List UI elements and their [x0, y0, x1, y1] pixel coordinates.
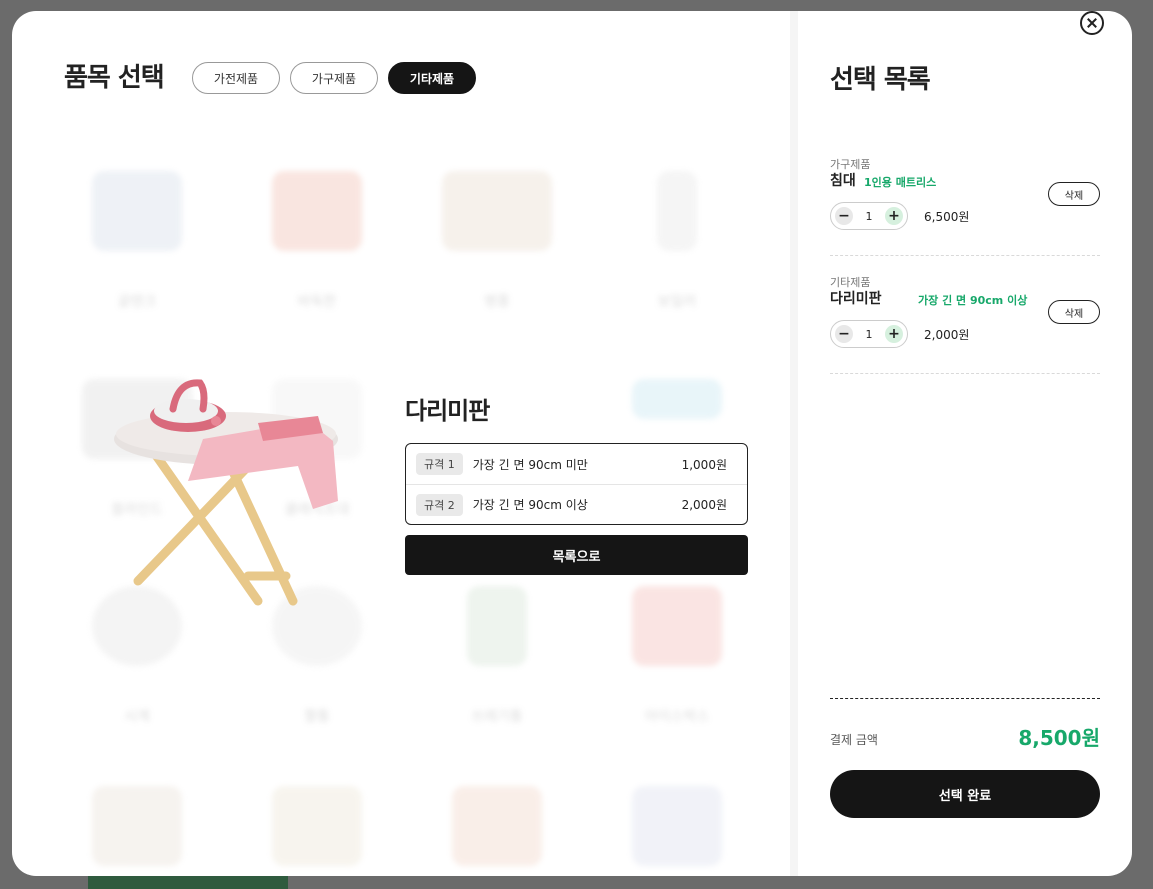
- item-select-modal: 품목 선택 가전제품 가구제품 기타제품 골텐크 바둑판 병풍 보일러 블라인드…: [12, 11, 1132, 876]
- complete-selection-button[interactable]: 선택 완료: [830, 770, 1100, 818]
- item-thumbnail: [452, 786, 542, 866]
- item-thumbnail: [467, 586, 527, 666]
- selection-title: 선택 목록: [830, 65, 931, 95]
- selected-item-name: 다리미판: [830, 291, 882, 307]
- panel-title: 품목 선택: [64, 63, 165, 93]
- spec-list: 규격 1 가장 긴 면 90cm 미만 1,000원 규격 2 가장 긴 면 9…: [405, 443, 748, 525]
- selected-item-name: 침대: [830, 173, 856, 189]
- tab-appliances[interactable]: 가전제품: [192, 62, 280, 94]
- item-thumbnail: [442, 171, 552, 251]
- spec-price: 2,000원: [681, 498, 727, 512]
- grid-item-label: 짤통: [304, 709, 330, 725]
- selected-item-spec: 1인용 매트리스: [864, 176, 937, 189]
- item-thumbnail: [92, 171, 182, 251]
- plus-icon[interactable]: +: [885, 207, 903, 225]
- plus-icon[interactable]: +: [885, 325, 903, 343]
- tab-furniture[interactable]: 가구제품: [290, 62, 378, 94]
- item-select-panel: 품목 선택 가전제품 가구제품 기타제품 골텐크 바둑판 병풍 보일러 블라인드…: [12, 11, 790, 876]
- selected-item: 가구제품 침대 1인용 매트리스 삭제 − 1 + 6,500원: [830, 156, 1100, 256]
- spec-option-2[interactable]: 규격 2 가장 긴 면 90cm 이상 2,000원: [406, 484, 747, 524]
- selection-panel: 선택 목록 가구제품 침대 1인용 매트리스 삭제 − 1 + 6,500원 기…: [798, 11, 1132, 876]
- grid-item-label: 아이스박스: [644, 709, 710, 725]
- selected-item-price: 2,000원: [924, 328, 970, 342]
- delete-button[interactable]: 삭제: [1048, 182, 1100, 206]
- grid-item[interactable]: 쓰레기통: [407, 586, 587, 726]
- total-label: 결제 금액: [830, 733, 878, 747]
- quantity-stepper: − 1 +: [830, 202, 908, 230]
- tab-others[interactable]: 기타제품: [388, 62, 476, 94]
- ironing-board-image: [114, 379, 338, 606]
- minus-icon[interactable]: −: [835, 207, 853, 225]
- grid-item-label: 보일러: [657, 294, 697, 310]
- selected-item: 기타제품 다리미판 가장 긴 면 90cm 이상 삭제 − 1 + 2,000원: [830, 274, 1100, 374]
- item-thumbnail: [632, 586, 722, 666]
- grid-item-label: 시계: [124, 709, 150, 725]
- category-tabs: 가전제품 가구제품 기타제품: [192, 62, 476, 94]
- minus-icon[interactable]: −: [835, 325, 853, 343]
- close-icon[interactable]: [1080, 11, 1104, 35]
- total-divider: [830, 698, 1100, 699]
- total-amount: 8,500원: [1018, 726, 1100, 750]
- panel-divider: [790, 11, 798, 876]
- grid-item[interactable]: 골텐크: [47, 171, 227, 311]
- quantity-value: 1: [865, 327, 873, 341]
- grid-item[interactable]: [587, 786, 767, 866]
- grid-item[interactable]: 병풍: [407, 171, 587, 311]
- grid-item[interactable]: 아이스박스: [587, 586, 767, 726]
- item-thumbnail: [632, 379, 722, 419]
- quantity-value: 1: [865, 209, 873, 223]
- grid-item-label: 골텐크: [117, 294, 157, 310]
- item-thumbnail: [272, 786, 362, 866]
- spec-desc: 가장 긴 면 90cm 미만: [472, 457, 588, 472]
- item-thumbnail: [632, 786, 722, 866]
- grid-item-label: 병풍: [484, 294, 510, 310]
- item-thumbnail: [92, 786, 182, 866]
- detail-item-name: 다리미판: [405, 397, 490, 425]
- grid-item[interactable]: 보일러: [587, 171, 767, 311]
- spec-badge: 규격 2: [416, 493, 463, 516]
- spec-badge: 규격 1: [416, 453, 463, 475]
- item-thumbnail: [657, 171, 697, 251]
- delete-button[interactable]: 삭제: [1048, 300, 1100, 324]
- spec-desc: 가장 긴 면 90cm 이상: [472, 498, 588, 512]
- back-to-list-button[interactable]: 목록으로: [405, 535, 748, 575]
- grid-item[interactable]: 바둑판: [227, 171, 407, 311]
- spec-price: 1,000원: [681, 457, 727, 472]
- grid-item[interactable]: [47, 786, 227, 866]
- grid-item[interactable]: [587, 379, 767, 419]
- background-strip: [88, 874, 288, 889]
- grid-item[interactable]: [407, 786, 587, 866]
- grid-item[interactable]: [227, 786, 407, 866]
- quantity-stepper: − 1 +: [830, 320, 908, 348]
- selected-item-price: 6,500원: [924, 210, 970, 224]
- grid-item-label: 쓰레기통: [471, 709, 523, 725]
- selected-item-spec: 가장 긴 면 90cm 이상: [918, 294, 1028, 307]
- spec-option-1[interactable]: 규격 1 가장 긴 면 90cm 미만 1,000원: [406, 444, 747, 484]
- item-thumbnail: [272, 171, 362, 251]
- grid-item-label: 바둑판: [297, 294, 337, 310]
